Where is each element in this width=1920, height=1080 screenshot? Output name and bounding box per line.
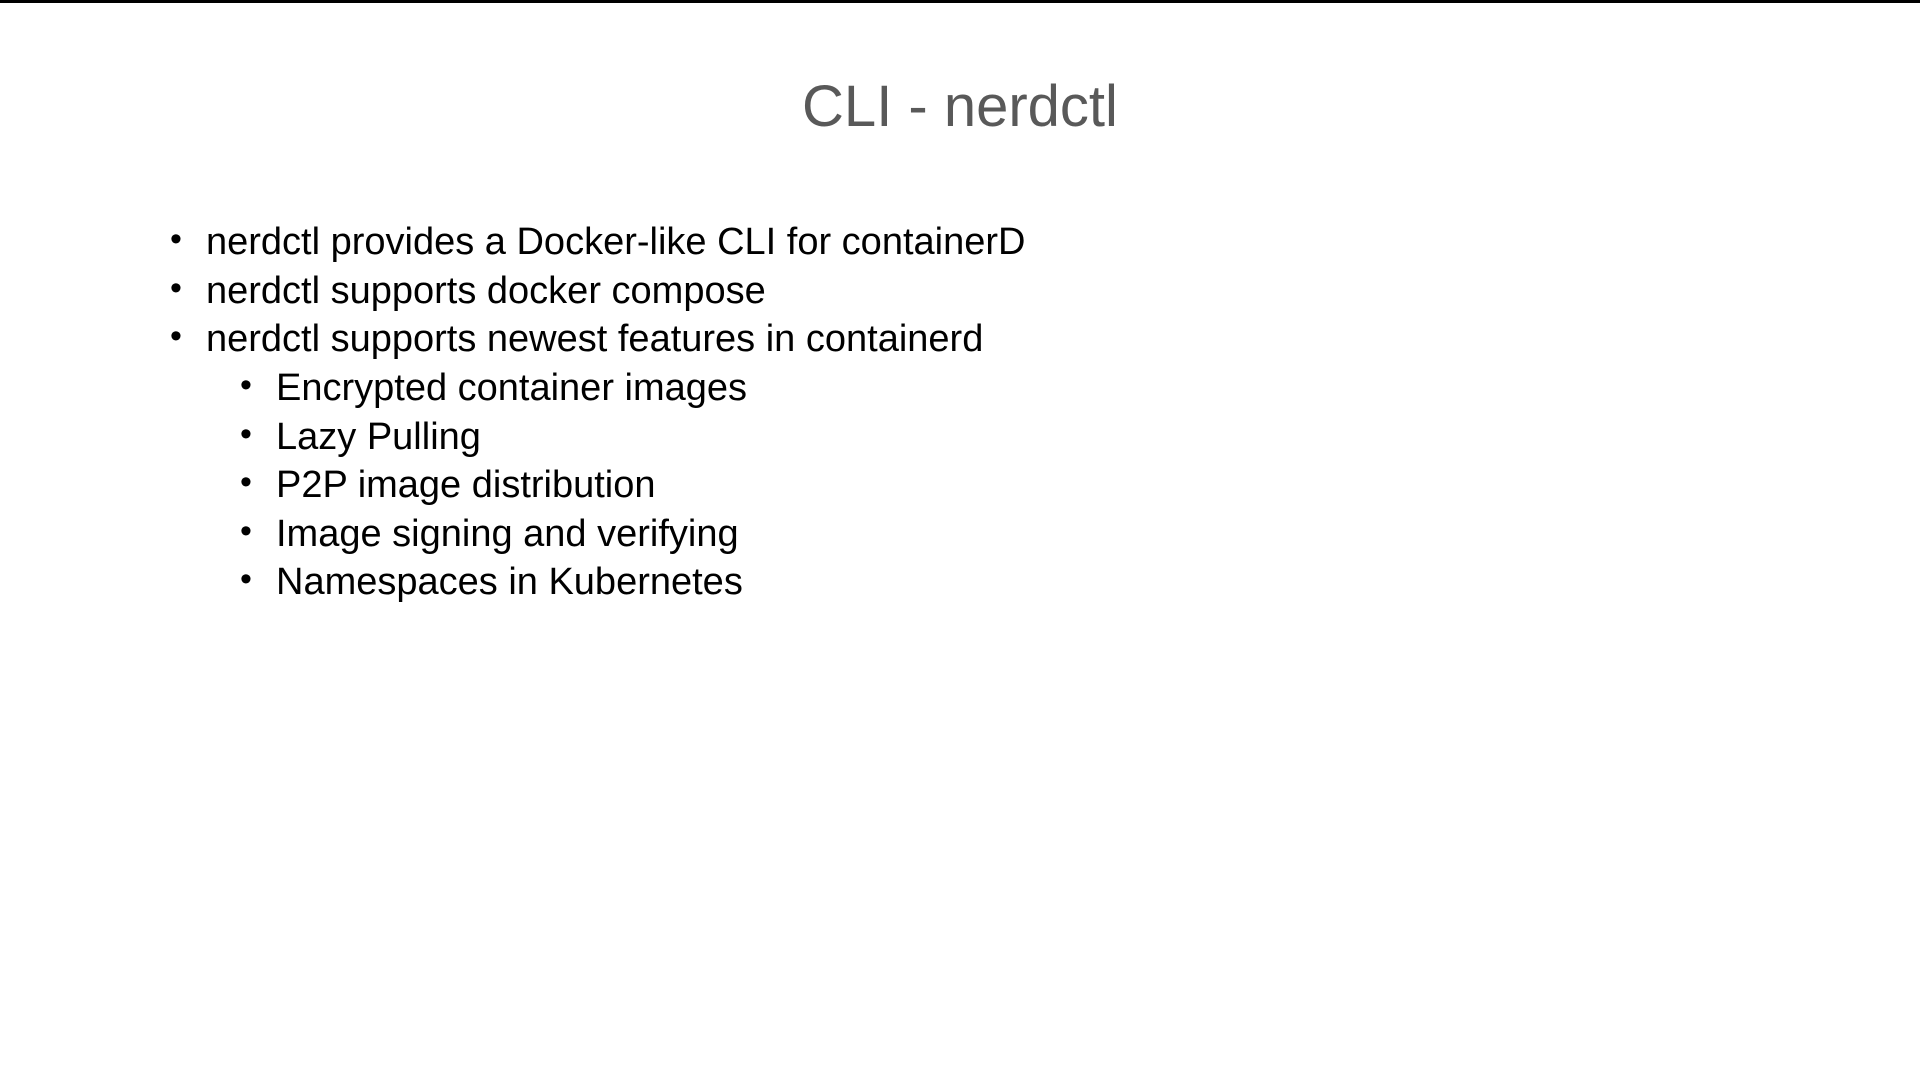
list-item: Namespaces in Kubernetes: [206, 558, 1760, 607]
list-item: Lazy Pulling: [206, 413, 1760, 462]
sub-bullet-list: Encrypted container images Lazy Pulling …: [206, 364, 1760, 607]
list-item-text: P2P image distribution: [276, 464, 656, 506]
list-item: nerdctl supports newest features in cont…: [160, 315, 1760, 607]
list-item-text: nerdctl provides a Docker-like CLI for c…: [206, 221, 1025, 263]
list-item-text: Image signing and verifying: [276, 513, 739, 555]
list-item: nerdctl provides a Docker-like CLI for c…: [160, 218, 1760, 267]
slide-container: CLI - nerdctl nerdctl provides a Docker-…: [0, 3, 1920, 1080]
list-item-text: Encrypted container images: [276, 367, 747, 409]
list-item-text: Lazy Pulling: [276, 416, 481, 458]
list-item: Encrypted container images: [206, 364, 1760, 413]
list-item: Image signing and verifying: [206, 510, 1760, 559]
list-item-text: nerdctl supports newest features in cont…: [206, 318, 983, 360]
slide-title: CLI - nerdctl: [160, 73, 1760, 140]
list-item-text: nerdctl supports docker compose: [206, 270, 766, 312]
list-item-text: Namespaces in Kubernetes: [276, 561, 743, 603]
list-item: nerdctl supports docker compose: [160, 267, 1760, 316]
main-bullet-list: nerdctl provides a Docker-like CLI for c…: [160, 218, 1760, 607]
list-item: P2P image distribution: [206, 461, 1760, 510]
